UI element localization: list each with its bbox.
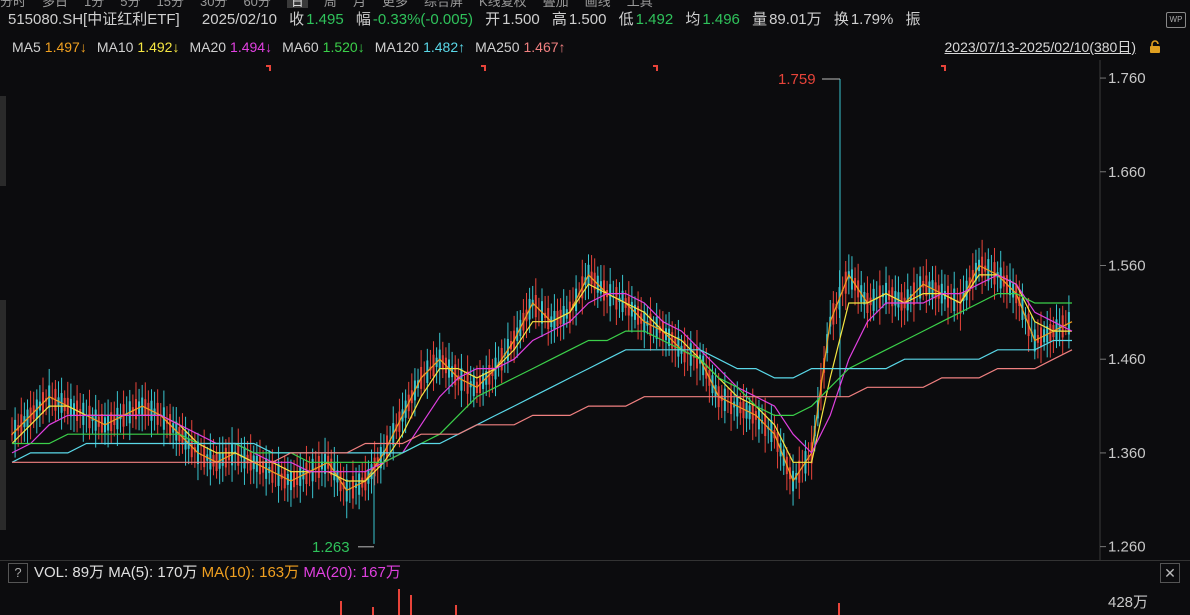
low-price-label: 1.263 xyxy=(312,539,350,556)
ma-value: 1.492↓ xyxy=(137,39,180,55)
ma-line-ma250 xyxy=(12,349,1073,463)
open-value: 1.500 xyxy=(502,11,540,28)
period-tab[interactable]: 30分 xyxy=(200,0,227,8)
period-tab[interactable]: 工具 xyxy=(627,0,653,8)
period-tab[interactable]: 15分 xyxy=(157,0,184,8)
ma-label: MA10 xyxy=(96,39,134,55)
ma-legend-item: MA250 1.467↑ xyxy=(475,39,565,55)
ma-label: MA120 xyxy=(374,39,420,55)
period-tab[interactable]: 月 xyxy=(353,0,366,8)
event-marker xyxy=(941,65,946,71)
price-axis: 1.760 1.660 1.560 1.460 1.360 1.260 xyxy=(1108,70,1146,556)
change-value: -0.33%(-0.005) xyxy=(372,11,473,28)
volume-bar xyxy=(455,605,457,615)
y-tick-label: 1.460 xyxy=(1108,351,1146,368)
ma-value: 1.497↓ xyxy=(44,39,87,55)
ma-legend-item: MA5 1.497↓ xyxy=(12,39,87,55)
y-tick-label: 1.760 xyxy=(1108,70,1146,87)
open-label: 开 xyxy=(485,11,501,28)
turnover-label: 换 xyxy=(833,11,849,28)
help-icon[interactable]: ? xyxy=(8,563,28,583)
ma-label: MA5 xyxy=(12,39,41,55)
volume-axis-label: 428万 xyxy=(1108,594,1148,611)
close-icon[interactable]: ✕ xyxy=(1160,563,1180,583)
vol-ma20: MA(20): 167万 xyxy=(303,564,401,581)
vol-value: VOL: 89万 xyxy=(34,564,105,581)
period-tabs: 分时 多日 1分 5分 15分 30分 60分 日 周 月 更多 综合屏 K线复权 叠加 画线 工具 xyxy=(0,0,1190,8)
period-tab[interactable]: 周 xyxy=(324,0,337,8)
ma-value: 1.520↓ xyxy=(322,39,365,55)
volume-bar xyxy=(838,603,840,615)
change-label: 幅 xyxy=(355,11,371,28)
avg-label: 均 xyxy=(685,11,701,28)
wp-icon[interactable]: WP xyxy=(1166,12,1186,28)
volume-bar xyxy=(372,607,374,615)
date-range-selector[interactable]: 2023/07/13-2025/02/10(380日) xyxy=(945,36,1136,58)
vol-ma10: MA(10): 163万 xyxy=(201,564,300,581)
ma-label: MA60 xyxy=(282,39,319,55)
y-tick-label: 1.560 xyxy=(1108,257,1146,274)
ma-value: 1.467↑ xyxy=(523,39,566,55)
quote-date: 2025/02/10 xyxy=(201,11,277,28)
price-chart[interactable]: 1.759 1.263 1.760 1.660 1.560 1.460 1.360 1.26… xyxy=(0,60,1190,560)
period-tab[interactable]: 多日 xyxy=(42,0,68,8)
volume-bar xyxy=(340,601,342,615)
close-label: 收 xyxy=(289,11,305,28)
high-price-label: 1.759 xyxy=(778,71,816,88)
y-tick-label: 1.260 xyxy=(1108,539,1146,556)
volume-panel-header: ? VOL: 89万 MA(5): 170万 MA(10): 163万 MA(2… xyxy=(0,560,1190,585)
ma-label: MA250 xyxy=(475,39,520,55)
vol-ma5: MA(5): 170万 xyxy=(108,564,198,581)
y-tick-label: 1.660 xyxy=(1108,164,1146,181)
period-tab[interactable]: 1分 xyxy=(84,0,104,8)
event-marker xyxy=(266,65,271,71)
turnover-value: 1.79% xyxy=(850,11,894,28)
event-marker xyxy=(653,65,658,71)
period-tab[interactable]: 更多 xyxy=(382,0,408,8)
high-value: 1.500 xyxy=(568,11,607,28)
amplitude-label: 振 xyxy=(905,11,921,28)
period-tab[interactable]: 日 xyxy=(286,0,308,8)
ma-legend-item: MA120 1.482↑ xyxy=(375,39,465,55)
ma-label: MA20 xyxy=(189,39,227,55)
lock-icon[interactable] xyxy=(1148,40,1162,54)
low-label: 低 xyxy=(618,11,634,28)
avg-value: 1.496 xyxy=(702,11,740,28)
ma-legend: MA5 1.497↓ MA10 1.492↓ MA20 1.494↓ MA60 1.520↓ M… xyxy=(12,36,1172,58)
ma-legend-item: MA60 1.520↓ xyxy=(282,39,365,55)
ma-value: 1.494↓ xyxy=(230,39,273,55)
period-tab[interactable]: 综合屏 xyxy=(424,0,463,8)
volume-chart[interactable]: 428万 xyxy=(0,585,1190,615)
ma-legend-item: MA20 1.494↓ xyxy=(189,39,272,55)
quote-bar: 515080.SH[中证红利ETF] 2025/02/10 收 1.495 幅 -0… xyxy=(8,8,929,32)
grid-layer xyxy=(266,60,1106,560)
symbol-name[interactable]: 515080.SH[中证红利ETF] xyxy=(8,11,180,28)
low-value: 1.492 xyxy=(635,11,674,28)
volume-bar xyxy=(398,589,400,615)
period-tab[interactable]: 叠加 xyxy=(543,0,569,8)
volume-bar xyxy=(410,595,412,615)
ma-line-ma120 xyxy=(11,339,1072,463)
ma-legend-item: MA10 1.492↓ xyxy=(97,39,180,55)
y-tick-label: 1.360 xyxy=(1108,445,1146,462)
period-tab[interactable]: 分时 xyxy=(0,0,26,8)
period-tab[interactable]: 60分 xyxy=(243,0,270,8)
volume-value: 89.01万 xyxy=(769,11,822,28)
volume-label: 量 xyxy=(752,11,768,28)
close-value: 1.495 xyxy=(306,11,344,28)
period-tab[interactable]: 画线 xyxy=(585,0,611,8)
event-marker xyxy=(481,65,486,71)
period-tab[interactable]: 5分 xyxy=(120,0,140,8)
ma-value: 1.482↑ xyxy=(423,39,466,55)
high-label: 高 xyxy=(551,11,567,28)
period-tab[interactable]: K线复权 xyxy=(479,0,527,8)
